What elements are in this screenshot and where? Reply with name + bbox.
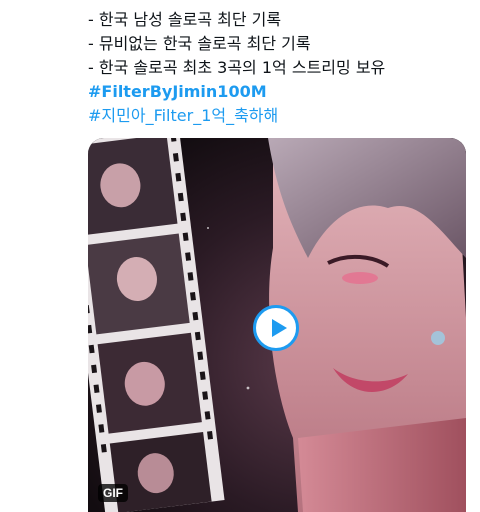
- hashtag-link[interactable]: #지민아_Filter_1억_축하해: [88, 104, 478, 128]
- tweet-line: - 한국 남성 솔로곡 최단 기록: [88, 10, 282, 29]
- tweet-line: - 뮤비없는 한국 솔로곡 최단 기록: [88, 34, 311, 53]
- gif-media[interactable]: GIF: [88, 138, 466, 512]
- play-icon: [272, 319, 287, 337]
- hashtag-link[interactable]: #FilterByJimin100M: [88, 80, 478, 104]
- play-button[interactable]: [253, 305, 299, 351]
- gif-badge: GIF: [98, 484, 128, 502]
- tweet-text: - 한국 남성 솔로곡 최단 기록 - 뮤비없는 한국 솔로곡 최단 기록 - …: [88, 8, 478, 128]
- tweet-line: - 한국 솔로곡 최초 3곡의 1억 스트리밍 보유: [88, 58, 386, 77]
